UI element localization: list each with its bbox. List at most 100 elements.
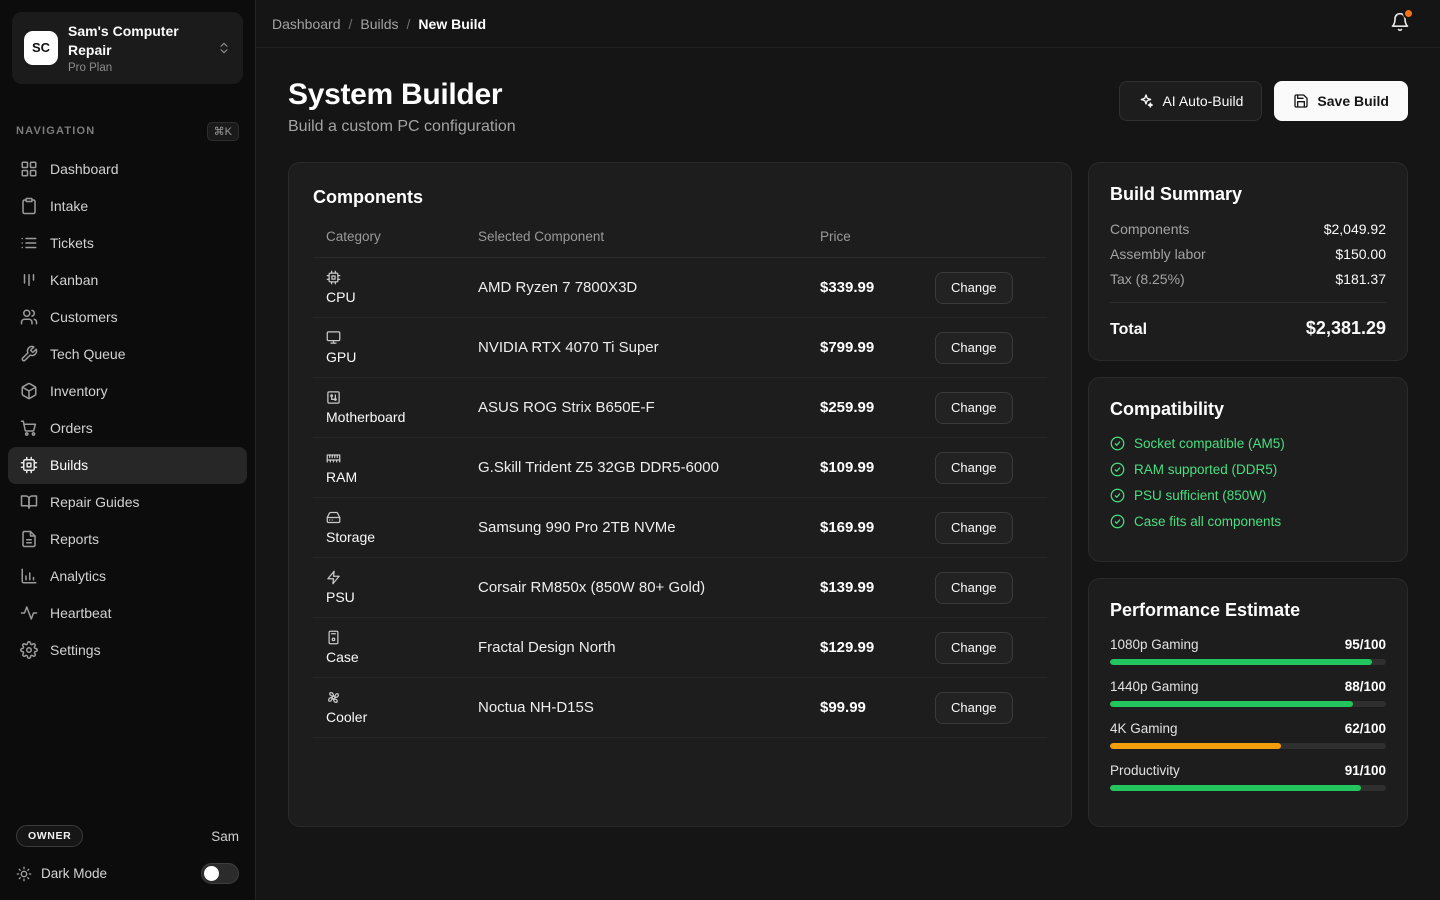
total-line: Total $2,381.29 <box>1110 302 1386 339</box>
check-circle-icon <box>1110 488 1125 503</box>
layout-grid-icon <box>20 160 38 178</box>
workspace-plan: Pro Plan <box>68 62 207 74</box>
notifications-button[interactable] <box>1386 8 1414 39</box>
summary-value: $150.00 <box>1335 246 1386 262</box>
sidebar: SC Sam's Computer Repair Pro Plan NAVIGA… <box>0 0 256 900</box>
change-component-button[interactable]: Change <box>935 692 1013 724</box>
components-table: Category Selected Component Price CPU AM… <box>313 216 1047 738</box>
category-cell: Motherboard <box>313 390 478 425</box>
component-price: $99.99 <box>820 699 935 716</box>
metric-label: 1080p Gaming <box>1110 637 1199 652</box>
main-area: Dashboard / Builds / New Build System Bu… <box>256 0 1440 900</box>
sidebar-item-inventory[interactable]: Inventory <box>8 373 247 410</box>
hard-drive-icon <box>326 510 341 525</box>
sun-icon <box>16 866 32 882</box>
component-price: $259.99 <box>820 399 935 416</box>
sidebar-item-label: Customers <box>50 309 118 325</box>
user-row: OWNER Sam <box>16 825 239 847</box>
shopping-cart-icon <box>20 419 38 437</box>
compatibility-check: RAM supported (DDR5) <box>1110 462 1386 477</box>
change-component-button[interactable]: Change <box>935 272 1013 304</box>
category-cell: PSU <box>313 570 478 605</box>
sidebar-item-label: Tech Queue <box>50 346 126 362</box>
performance-metric: 1440p Gaming 88/100 <box>1110 679 1386 707</box>
sidebar-item-tickets[interactable]: Tickets <box>8 225 247 262</box>
component-name: G.Skill Trident Z5 32GB DDR5-6000 <box>478 459 820 476</box>
sidebar-item-builds[interactable]: Builds <box>8 447 247 484</box>
column-component: Selected Component <box>478 229 820 244</box>
sidebar-item-customers[interactable]: Customers <box>8 299 247 336</box>
page-content: System Builder Build a custom PC configu… <box>256 48 1440 900</box>
sidebar-item-settings[interactable]: Settings <box>8 632 247 669</box>
monitor-icon <box>326 330 341 345</box>
ai-auto-build-label: AI Auto-Build <box>1162 93 1243 109</box>
change-label: Change <box>951 580 997 595</box>
page-header: System Builder Build a custom PC configu… <box>288 78 1408 136</box>
sidebar-item-orders[interactable]: Orders <box>8 410 247 447</box>
book-open-icon <box>20 493 38 511</box>
sidebar-item-kanban[interactable]: Kanban <box>8 262 247 299</box>
component-category: Cooler <box>326 709 367 725</box>
file-text-icon <box>20 530 38 548</box>
component-name: Fractal Design North <box>478 639 820 656</box>
sidebar-item-label: Reports <box>50 531 99 547</box>
component-name: Corsair RM850x (850W 80+ Gold) <box>478 579 820 596</box>
component-name: Samsung 990 Pro 2TB NVMe <box>478 519 820 536</box>
component-category: RAM <box>326 469 357 485</box>
workspace-name: Sam's Computer Repair <box>68 22 207 60</box>
component-row: Case Fractal Design North $129.99 Change <box>313 618 1047 678</box>
sidebar-item-dashboard[interactable]: Dashboard <box>8 151 247 188</box>
command-palette-shortcut[interactable]: ⌘K <box>207 122 239 141</box>
component-row: PSU Corsair RM850x (850W 80+ Gold) $139.… <box>313 558 1047 618</box>
user-name: Sam <box>211 829 239 844</box>
sidebar-item-label: Inventory <box>50 383 108 399</box>
change-component-button[interactable]: Change <box>935 452 1013 484</box>
page-subtitle: Build a custom PC configuration <box>288 118 516 136</box>
change-cell: Change <box>935 692 1013 724</box>
metric-score: 88/100 <box>1345 679 1386 694</box>
sidebar-item-tech-queue[interactable]: Tech Queue <box>8 336 247 373</box>
workspace-switcher[interactable]: SC Sam's Computer Repair Pro Plan <box>12 12 243 84</box>
ai-auto-build-button[interactable]: AI Auto-Build <box>1119 81 1262 121</box>
change-component-button[interactable]: Change <box>935 392 1013 424</box>
save-build-button[interactable]: Save Build <box>1274 81 1408 121</box>
change-component-button[interactable]: Change <box>935 332 1013 364</box>
change-cell: Change <box>935 332 1013 364</box>
sidebar-item-repair-guides[interactable]: Repair Guides <box>8 484 247 521</box>
sidebar-item-intake[interactable]: Intake <box>8 188 247 225</box>
sidebar-item-reports[interactable]: Reports <box>8 521 247 558</box>
component-price: $799.99 <box>820 339 935 356</box>
summary-label: Components <box>1110 221 1189 237</box>
breadcrumb-builds[interactable]: Builds <box>360 16 398 32</box>
metric-label: 4K Gaming <box>1110 721 1178 736</box>
summary-line: Tax (8.25%) $181.37 <box>1110 271 1386 287</box>
dark-mode-label: Dark Mode <box>41 866 192 881</box>
sidebar-item-analytics[interactable]: Analytics <box>8 558 247 595</box>
change-component-button[interactable]: Change <box>935 572 1013 604</box>
role-badge: OWNER <box>16 825 83 847</box>
breadcrumb-dashboard[interactable]: Dashboard <box>272 16 341 32</box>
change-component-button[interactable]: Change <box>935 632 1013 664</box>
component-category: CPU <box>326 289 356 305</box>
summary-column: Build Summary Components $2,049.92 Assem… <box>1088 162 1408 827</box>
component-name: AMD Ryzen 7 7800X3D <box>478 279 820 296</box>
page-title: System Builder <box>288 78 516 112</box>
metric-row: 1080p Gaming 95/100 <box>1110 637 1386 652</box>
metric-score: 62/100 <box>1345 721 1386 736</box>
table-header: Category Selected Component Price <box>313 216 1047 258</box>
breadcrumb-separator: / <box>349 16 353 32</box>
sidebar-item-label: Tickets <box>50 235 94 251</box>
toggle-knob <box>204 866 219 881</box>
metric-label: 1440p Gaming <box>1110 679 1199 694</box>
dark-mode-toggle[interactable] <box>201 863 239 884</box>
build-summary-title: Build Summary <box>1110 184 1386 205</box>
sidebar-item-heartbeat[interactable]: Heartbeat <box>8 595 247 632</box>
summary-value: $181.37 <box>1335 271 1386 287</box>
change-component-button[interactable]: Change <box>935 512 1013 544</box>
metric-row: Productivity 91/100 <box>1110 763 1386 778</box>
compatibility-check: Socket compatible (AM5) <box>1110 436 1386 451</box>
component-row: RAM G.Skill Trident Z5 32GB DDR5-6000 $1… <box>313 438 1047 498</box>
total-label: Total <box>1110 321 1147 339</box>
category-cell: RAM <box>313 450 478 485</box>
performance-bar-track <box>1110 659 1386 665</box>
